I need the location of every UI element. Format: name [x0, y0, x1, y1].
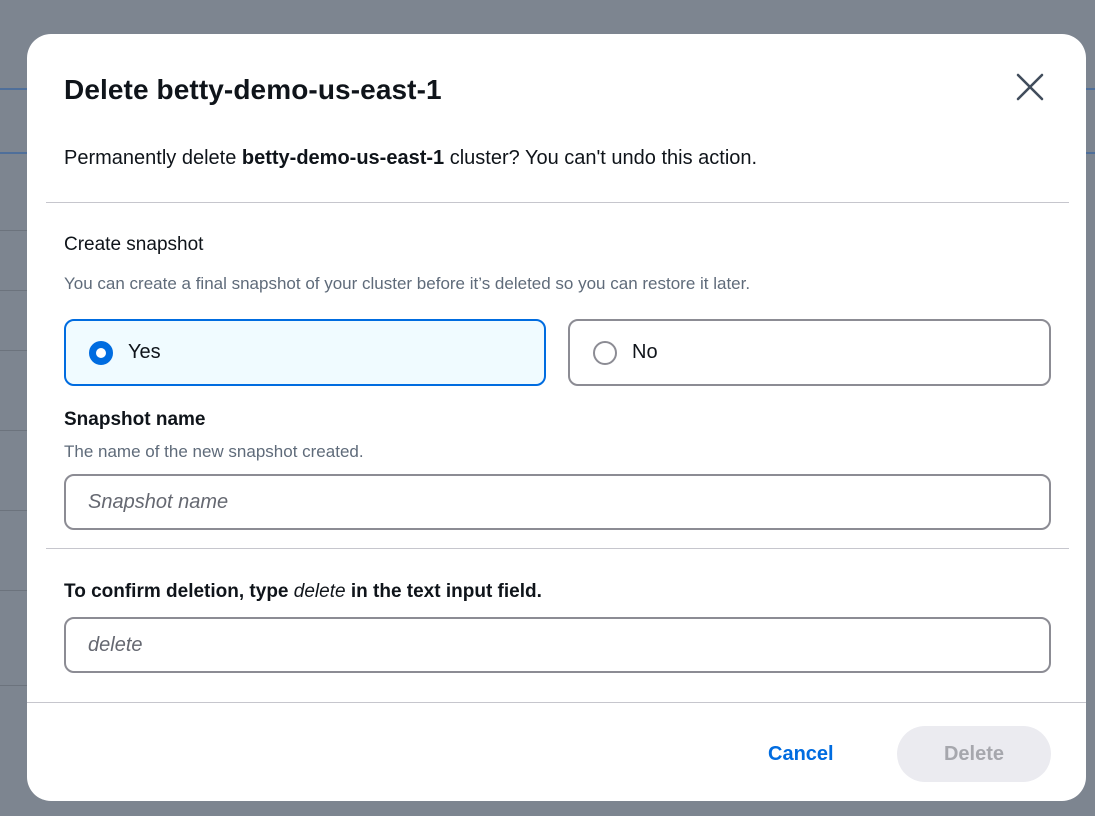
snapshot-name-label: Snapshot name	[64, 409, 206, 430]
backdrop-row-line	[0, 685, 27, 686]
section-divider	[46, 202, 1069, 203]
create-snapshot-label: Create snapshot	[64, 234, 204, 255]
cluster-name: betty-demo-us-east-1	[241, 147, 445, 169]
intro-prefix: Permanently delete	[64, 147, 242, 169]
backdrop-accent-line	[0, 152, 27, 154]
confirm-label-suffix: in the text input field.	[345, 581, 542, 602]
backdrop-row-line	[0, 430, 27, 431]
delete-warning-text: Permanently delete betty-demo-us-east-1 …	[64, 147, 757, 170]
confirm-keyword: delete	[293, 581, 346, 602]
backdrop-accent-line	[0, 88, 27, 90]
close-icon	[1016, 73, 1044, 101]
backdrop-row-line	[0, 230, 27, 231]
snapshot-option-no[interactable]: No	[568, 319, 1051, 386]
close-button[interactable]	[1010, 67, 1050, 107]
backdrop-accent-line	[1086, 152, 1095, 154]
delete-button[interactable]: Delete	[897, 726, 1051, 782]
create-snapshot-description: You can create a final snapshot of your …	[64, 274, 751, 293]
radio-unselected-icon[interactable]	[593, 340, 617, 365]
snapshot-option-yes-label: Yes	[128, 341, 161, 363]
confirm-deletion-input[interactable]	[64, 617, 1051, 673]
cancel-button[interactable]: Cancel	[744, 726, 858, 782]
backdrop-row-line	[0, 290, 27, 291]
backdrop-row-line	[0, 590, 27, 591]
snapshot-name-input[interactable]	[64, 474, 1051, 530]
snapshot-option-no-label: No	[632, 341, 658, 363]
radio-selected-icon[interactable]	[89, 340, 113, 365]
intro-suffix: cluster? You can't undo this action.	[444, 147, 758, 169]
backdrop-accent-line	[1086, 88, 1095, 90]
snapshot-name-description: The name of the new snapshot created.	[64, 442, 364, 461]
modal-title: Delete betty-demo-us-east-1	[64, 74, 442, 105]
delete-cluster-modal: Delete betty-demo-us-east-1 Permanently …	[27, 34, 1086, 801]
confirm-label-prefix: To confirm deletion, type	[64, 581, 294, 602]
confirm-deletion-label: To confirm deletion, type delete in the …	[64, 581, 542, 603]
section-divider	[46, 548, 1069, 549]
backdrop-row-line	[0, 510, 27, 511]
backdrop-row-line	[0, 350, 27, 351]
modal-footer: Cancel Delete	[27, 702, 1086, 801]
snapshot-option-yes[interactable]: Yes	[64, 319, 546, 386]
